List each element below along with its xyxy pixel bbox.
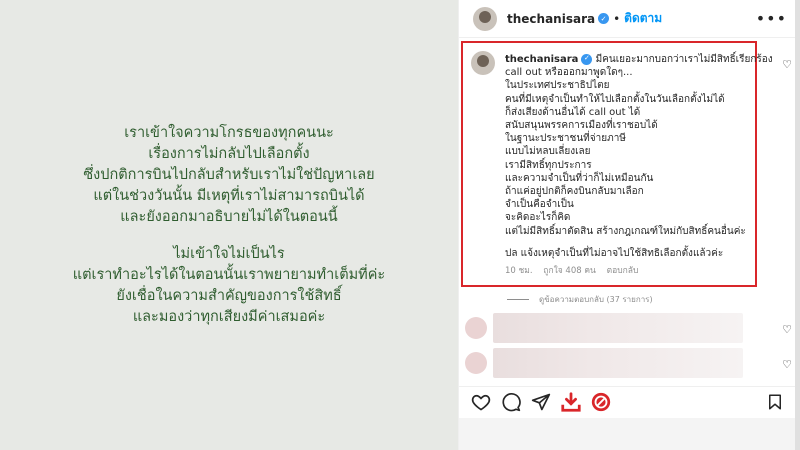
verified-icon: ✓ (581, 53, 593, 65)
blurred-comment (465, 313, 743, 343)
comment-text-line: ถ้าแค่อยู่ปกติก็คงบินกลับมาเลือก (505, 186, 644, 198)
comment-avatar[interactable] (471, 51, 495, 75)
image-text-line: ซึ่งปกติการบินไปกลับสำหรับเราไม่ใช่ปัญหา… (83, 166, 375, 183)
separator-dot: • (613, 11, 621, 26)
comment-body: thechanisara ✓ มีคนเยอะมากบอกว่าเราไม่มีส… (505, 53, 773, 278)
post-image: เราเข้าใจความโกรธของทุกคนนะ เรื่องการไม่… (0, 0, 458, 450)
send-icon[interactable] (529, 390, 553, 414)
post-actions (459, 386, 800, 416)
comment-username[interactable]: thechanisara (505, 54, 578, 65)
comment-icon[interactable] (499, 390, 523, 414)
extension-icon[interactable] (589, 390, 613, 414)
comment-text-line: แบบไม่หลบเลี่ยงเลย (505, 146, 591, 158)
image-text-line: ไม่เข้าใจไม่เป็นไร (173, 245, 285, 262)
comment-text-line: สนับสนุนพรรคการเมืองที่เราชอบได้ (505, 120, 658, 132)
highlighted-comment: thechanisara ✓ มีคนเยอะมากบอกว่าเราไม่มีส… (461, 41, 773, 287)
post-header: thechanisara ✓ • ติดตาม ••• (459, 0, 800, 38)
image-text-line: ยังเชื่อในความสำคัญของการใช้สิทธิ์ (116, 287, 342, 304)
image-text-line: และมองว่าทุกเสียงมีค่าเสมอค่ะ (132, 308, 326, 325)
bookmark-icon[interactable] (763, 390, 787, 414)
comment-like-icon[interactable]: ♡ (782, 323, 792, 336)
comment-text-line: จำเป็นคือจำเป็น (505, 199, 574, 211)
comment-text-line: และความจำเป็นที่ว่าก็ไม่เหมือนกัน (505, 172, 654, 184)
comment-text-line: ก็ส่งเสียงด้านอื่นได้ call out ได้ (505, 106, 641, 118)
comment-text-line: ในฐานะประชาชนที่จ่ายภาษี (505, 133, 626, 145)
comment-meta: 10 ชม. ถูกใจ 408 คน ตอบกลับ (505, 265, 749, 278)
replies-dash (507, 299, 529, 300)
image-paragraph-1: เราเข้าใจความโกรธของทุกคนนะ เรื่องการไม่… (83, 123, 374, 228)
follow-button[interactable]: ติดตาม (624, 9, 662, 28)
view-replies-label[interactable]: ดูข้อความตอบกลับ (37 รายการ) (539, 293, 653, 306)
image-paragraph-2: ไม่เข้าใจไม่เป็นไร แต่เราทำอะไรได้ในตอนน… (73, 244, 385, 328)
avatar[interactable] (473, 6, 497, 31)
comment-ps-line: ปล แจ้งเหตุจำเป็นที่ไม่อาจไปใช้สิทธิเลือ… (505, 247, 724, 259)
comment-like-icon[interactable]: ♡ (782, 358, 792, 371)
comment-time[interactable]: 10 ชม. (505, 266, 533, 276)
blurred-comment-text (493, 313, 743, 343)
comment-like-icon[interactable]: ♡ (782, 58, 792, 71)
comment-first-line: thechanisara ✓ มีคนเยอะมากบอกว่าเราไม่มีส… (505, 53, 773, 66)
reply-button[interactable]: ตอบกลับ (607, 266, 639, 276)
image-text-line: เราเข้าใจความโกรธของทุกคนนะ (124, 124, 334, 141)
header-username[interactable]: thechanisara (507, 12, 595, 26)
verified-icon: ✓ (598, 13, 610, 24)
image-text-line: เรื่องการไม่กลับไปเลือกตั้ง (148, 145, 310, 162)
image-text-line: และยังออกมาอธิบายไม่ได้ในตอนนี้ (120, 208, 338, 225)
scrollbar[interactable] (795, 0, 800, 450)
heart-icon[interactable] (469, 390, 493, 414)
comment-text-line: มีคนเยอะมากบอกว่าเราไม่มีสิทธิ์เรียกร้อง (595, 54, 773, 65)
blurred-comment-text (493, 348, 743, 378)
download-icon[interactable] (559, 390, 583, 414)
blurred-comment (465, 348, 743, 378)
view-replies-button[interactable]: ดูข้อความตอบกลับ (37 รายการ) (507, 293, 653, 306)
blurred-avatar (465, 317, 487, 339)
comment-text-line: แต่ไม่มีสิทธิ์มาตัดสิน สร้างกฎเกณฑ์ใหม่ก… (505, 225, 746, 237)
image-text-line: แต่ในช่วงวันนั้น มีเหตุที่เราไม่สามารถบิ… (93, 187, 365, 204)
post-sidebar: thechanisara ✓ • ติดตาม ••• thechanisara… (458, 0, 800, 450)
comment-text-line: จะคิดอะไรก็คิด (505, 212, 571, 224)
comment-text-line: call out หรือออกมาพูดใดๆ... (505, 67, 633, 79)
comment-likes[interactable]: ถูกใจ 408 คน (543, 266, 596, 276)
image-text-line: แต่เราทำอะไรได้ในตอนนั้นเราพยายามทำเต็มท… (72, 266, 386, 283)
more-horizontal-icon[interactable]: ••• (756, 9, 787, 28)
comment-text-line: คนที่มีเหตุจำเป็นทำให้ไปเลือกตั้งในวันเล… (505, 93, 725, 105)
post-footer (459, 418, 800, 450)
comment-text-line: ในประเทศประชาธิปไตย (505, 80, 610, 92)
blurred-avatar (465, 352, 487, 374)
comment-text-line: เรามีสิทธิ์ทุกประการ (505, 159, 592, 171)
